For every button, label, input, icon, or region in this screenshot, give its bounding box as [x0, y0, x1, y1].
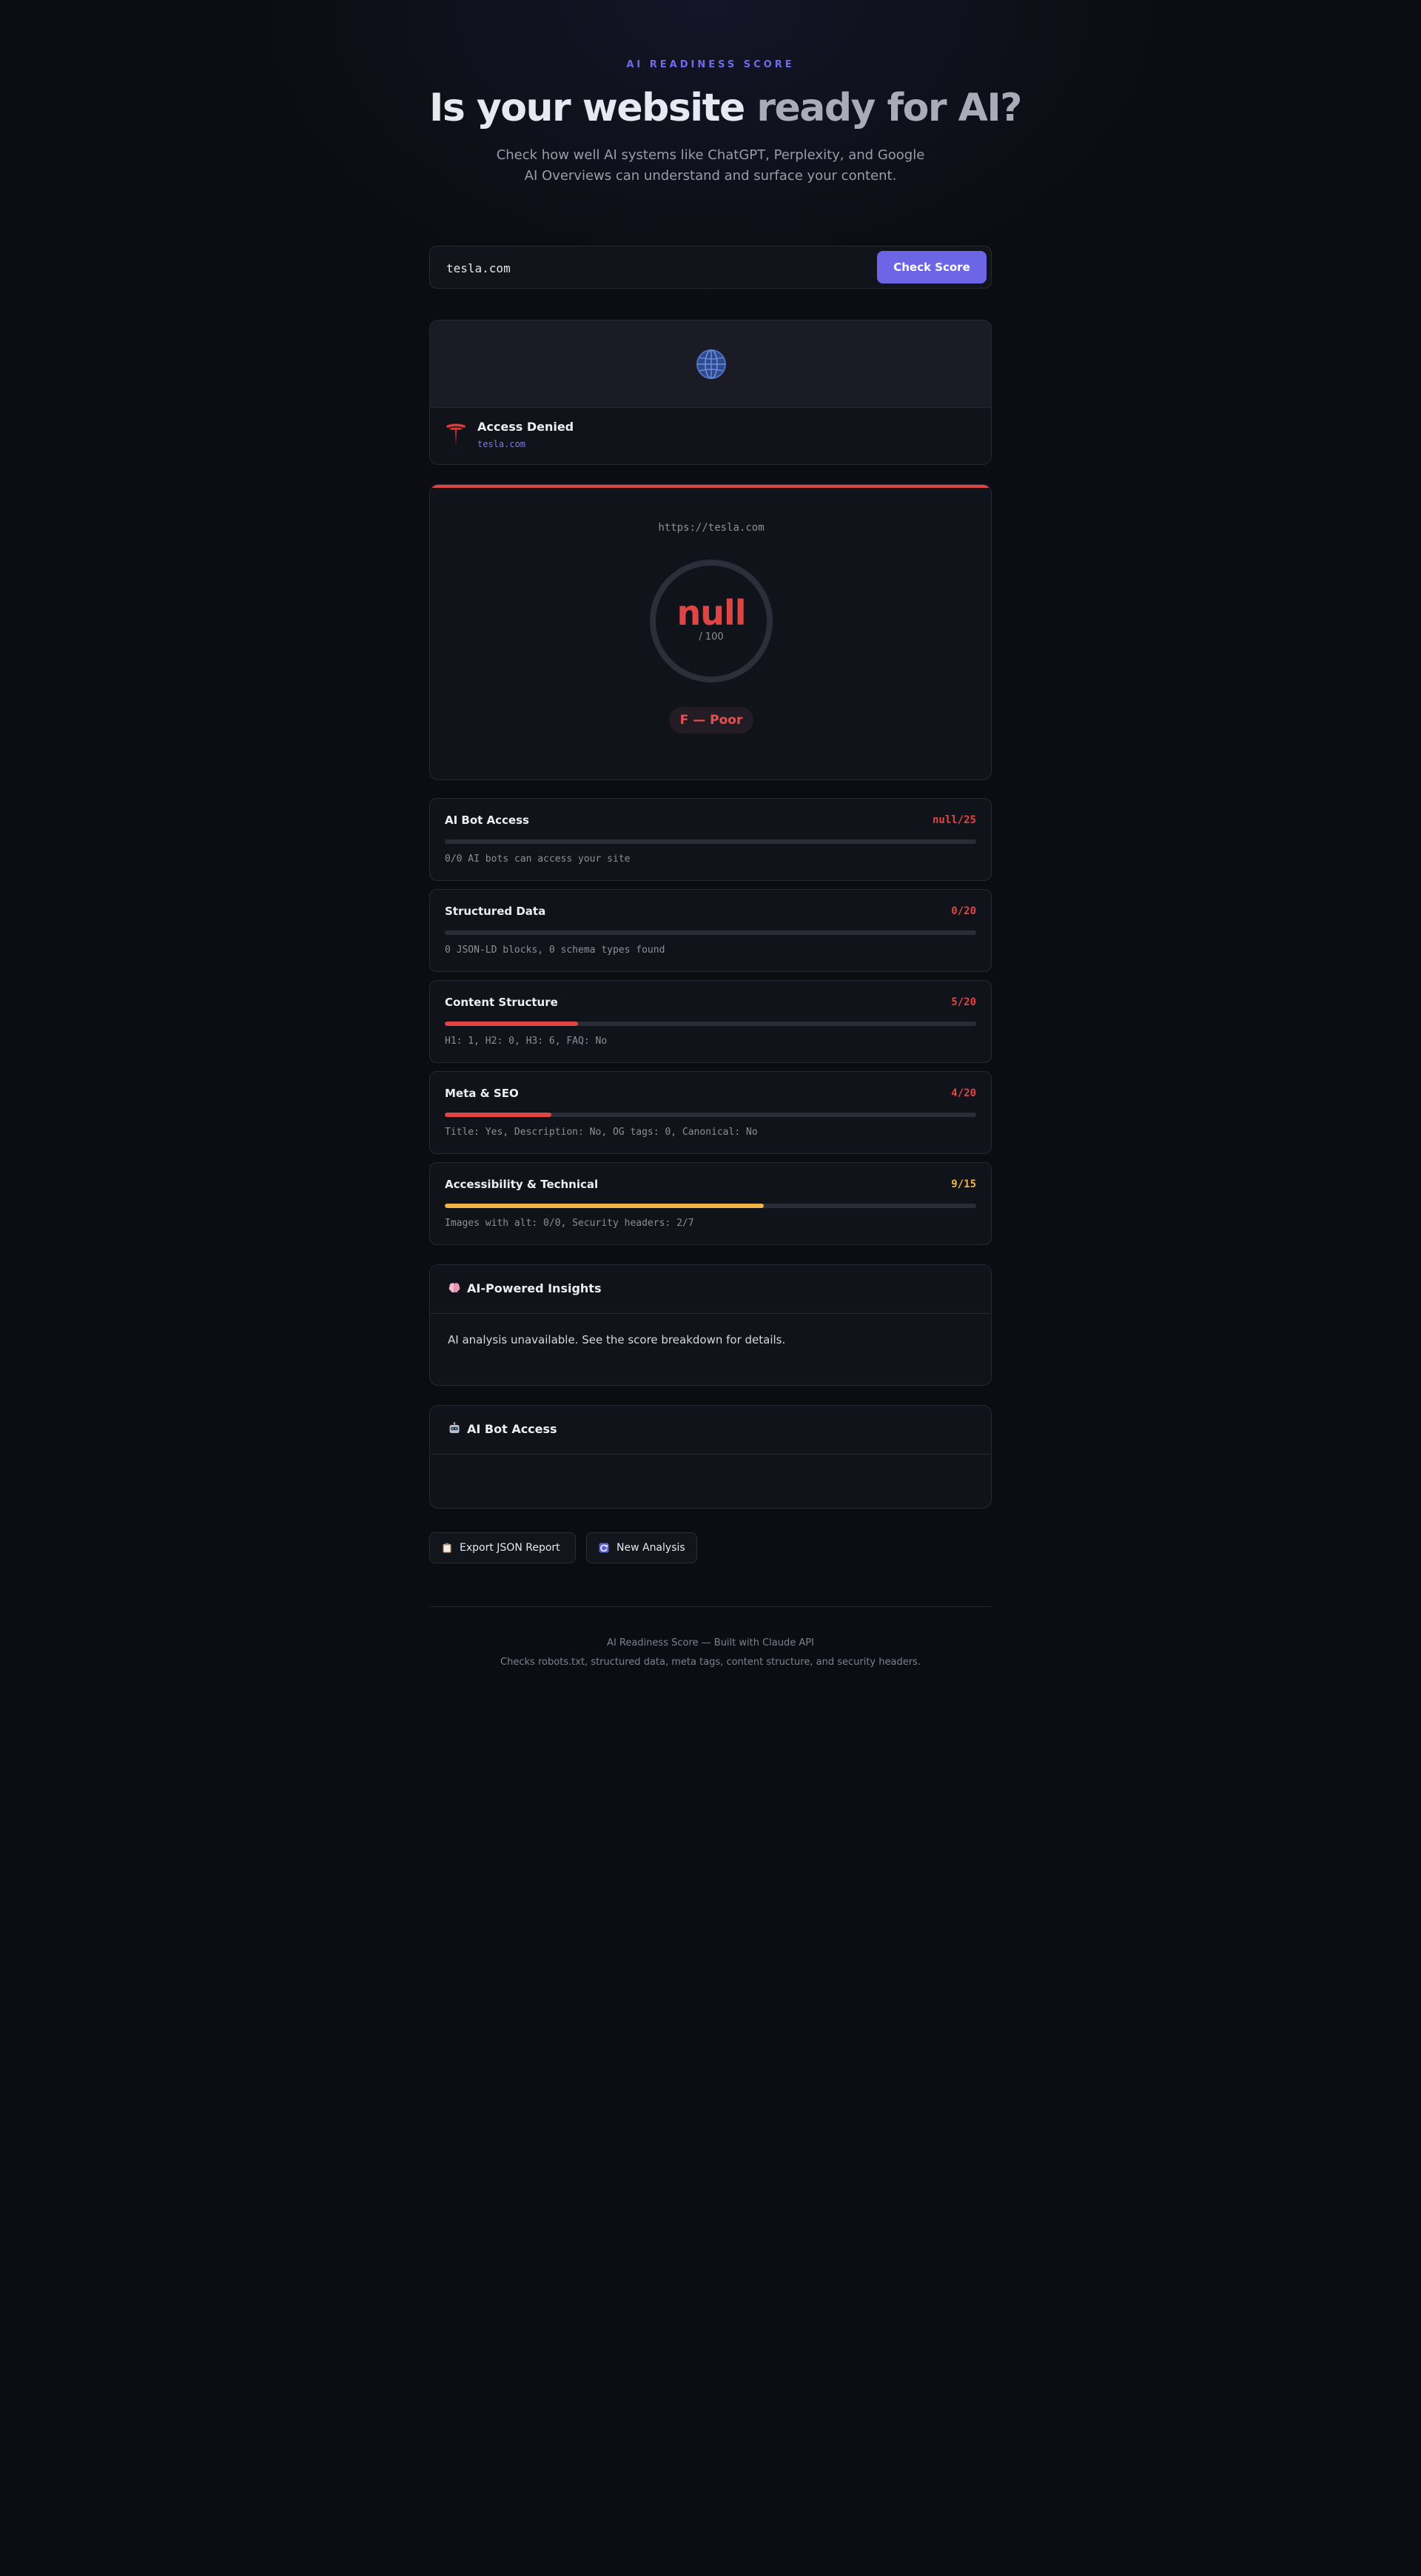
- score-accent-bar: [430, 485, 991, 488]
- site-domain: tesla.com: [477, 439, 526, 449]
- metric-card: Meta & SEO 4/20 Title: Yes, Description:…: [429, 1071, 992, 1154]
- site-preview-info: Access Denied tesla.com: [430, 408, 991, 464]
- brain-icon: [449, 1283, 460, 1293]
- insights-panel: AI-Powered Insights AI analysis unavaila…: [429, 1264, 992, 1386]
- site-title: Access Denied: [477, 420, 574, 434]
- metric-detail: 0/0 AI bots can access your site: [445, 853, 631, 865]
- bot-access-header: AI Bot Access: [430, 1406, 991, 1455]
- eyebrow-label: AI READINESS SCORE: [626, 59, 795, 70]
- metric-detail: H1: 1, H2: 0, H3: 6, FAQ: No: [445, 1036, 608, 1047]
- new-analysis-button[interactable]: New Analysis: [586, 1532, 697, 1563]
- export-json-button[interactable]: Export JSON Report: [429, 1532, 576, 1563]
- metric-progress-track: [445, 839, 976, 844]
- metric-detail: Title: Yes, Description: No, OG tags: 0,…: [445, 1127, 758, 1138]
- metric-score: null/25: [932, 814, 976, 826]
- page-subtitle: Check how well AI systems like ChatGPT, …: [496, 147, 925, 184]
- new-analysis-label: New Analysis: [617, 1542, 685, 1554]
- insights-header: AI-Powered Insights: [430, 1265, 991, 1314]
- insights-body: AI analysis unavailable. See the score b…: [448, 1333, 786, 1346]
- insights-title: AI-Powered Insights: [467, 1281, 602, 1295]
- bot-access-title: AI Bot Access: [467, 1422, 557, 1436]
- page-title-muted: ready for AI?: [756, 86, 1022, 130]
- metric-progress-fill: [445, 1113, 551, 1117]
- export-json-label: Export JSON Report: [460, 1542, 560, 1554]
- score-value: null: [676, 593, 746, 633]
- metric-card: Structured Data 0/20 0 JSON-LD blocks, 0…: [429, 889, 992, 972]
- robot-icon: [449, 1422, 460, 1433]
- metric-detail: 0 JSON-LD blocks, 0 schema types found: [445, 945, 665, 956]
- page-title-main: Is your website: [429, 86, 757, 130]
- metric-name: AI Bot Access: [445, 814, 529, 827]
- metric-detail: Images with alt: 0/0, Security headers: …: [445, 1218, 694, 1229]
- metric-progress-track: [445, 1022, 976, 1026]
- metric-progress-track: [445, 1113, 976, 1117]
- footer-description: Checks robots.txt, structured data, meta…: [500, 1657, 921, 1668]
- metric-name: Structured Data: [445, 905, 546, 918]
- metric-progress-fill: [445, 1022, 578, 1026]
- metric-card: Accessibility & Technical 9/15 Images wi…: [429, 1162, 992, 1245]
- page-title: Is your website ready for AI?: [429, 86, 1022, 130]
- metric-score: 9/15: [951, 1178, 976, 1190]
- metric-progress-fill: [445, 1204, 764, 1208]
- footer-divider: [429, 1606, 992, 1607]
- clipboard-icon: [443, 1543, 451, 1553]
- url-input[interactable]: [446, 257, 861, 279]
- metric-progress-track: [445, 930, 976, 935]
- refresh-icon: [599, 1543, 609, 1553]
- bot-access-panel: AI Bot Access: [429, 1405, 992, 1509]
- search-bar: Check Score: [429, 246, 992, 289]
- score-max: / 100: [699, 631, 724, 643]
- check-score-button[interactable]: Check Score: [877, 251, 987, 284]
- metric-name: Accessibility & Technical: [445, 1178, 599, 1191]
- metric-card: Content Structure 5/20 H1: 1, H2: 0, H3:…: [429, 980, 992, 1063]
- site-preview-card: Access Denied tesla.com: [429, 320, 992, 465]
- metric-name: Content Structure: [445, 996, 558, 1009]
- grade-badge: F — Poor: [669, 707, 753, 734]
- analyzed-url: https://tesla.com: [658, 522, 765, 534]
- overall-score-card: https://tesla.com null / 100 F — Poor: [429, 484, 992, 780]
- metric-score: 5/20: [951, 996, 976, 1008]
- footer-credit: AI Readiness Score — Built with Claude A…: [607, 1637, 814, 1648]
- metric-name: Meta & SEO: [445, 1087, 519, 1100]
- globe-icon: [696, 349, 726, 379]
- tesla-logo: [446, 423, 466, 446]
- metric-score: 0/20: [951, 905, 976, 917]
- site-preview-image: [430, 321, 991, 408]
- metric-score: 4/20: [951, 1087, 976, 1099]
- metric-card: AI Bot Access null/25 0/0 AI bots can ac…: [429, 798, 992, 881]
- metric-progress-track: [445, 1204, 976, 1208]
